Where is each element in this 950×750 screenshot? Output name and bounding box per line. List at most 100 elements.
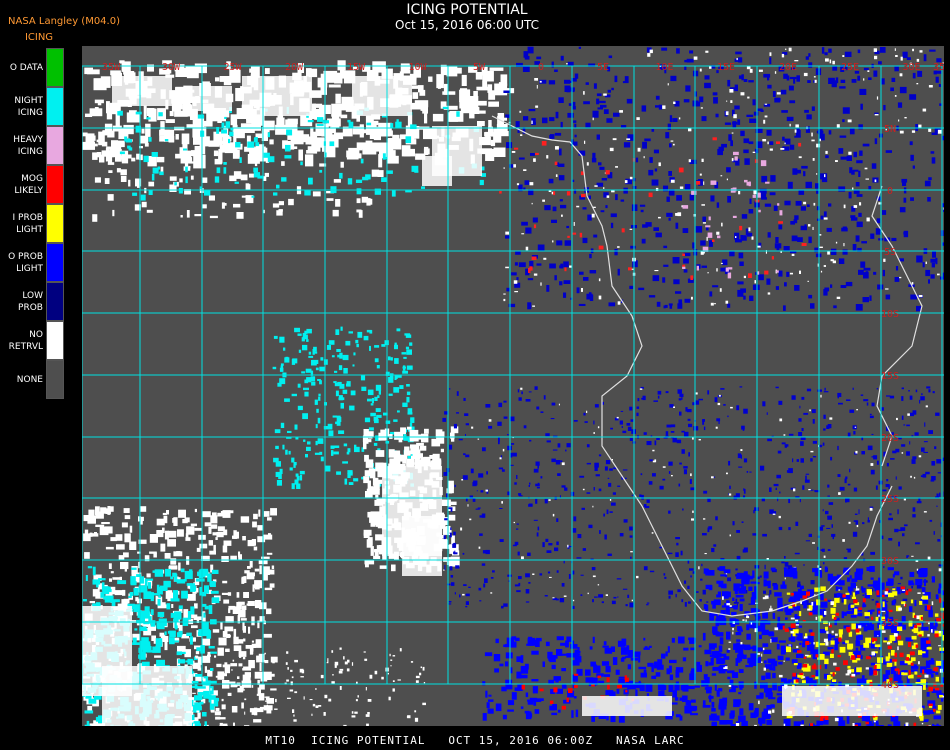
cloud-patch (783, 434, 786, 436)
cloud-patch (304, 379, 309, 384)
cloud-patch (871, 651, 875, 656)
cloud-patch (715, 631, 720, 637)
cloud-patch (930, 151, 935, 154)
cloud-patch (566, 191, 571, 196)
cloud-patch (781, 561, 785, 564)
cloud-patch (533, 224, 537, 229)
cloud-patch (299, 470, 305, 475)
cloud-patch (919, 399, 921, 404)
cloud-patch (270, 673, 275, 677)
cloud-patch (830, 607, 836, 614)
cloud-patch (535, 498, 538, 504)
cloud-patch (711, 721, 717, 726)
legend-item-swatch (46, 282, 64, 321)
cloud-patch (390, 665, 392, 667)
map-frame: 35W 30W 25W 20W 15W 10W 5W 0 5E 10E 15E 20E 25E 30E 35… (82, 46, 944, 726)
cloud-patch (763, 73, 771, 78)
cloud-patch (873, 271, 877, 275)
cloud-patch (465, 601, 469, 605)
cloud-patch (789, 144, 795, 150)
cloud-patch (930, 274, 935, 279)
cloud-patch (843, 204, 846, 209)
cloud-patch (886, 395, 891, 397)
cloud-patch (545, 433, 550, 437)
cloud-patch (738, 627, 743, 631)
cloud-patch (853, 431, 856, 435)
cloud-patch (552, 206, 557, 212)
cloud-patch (412, 448, 420, 459)
cloud-patch (224, 626, 234, 632)
cloud-patch (778, 640, 786, 643)
cloud-patch (741, 214, 748, 219)
cloud-patch (452, 550, 455, 552)
cloud-patch (720, 610, 726, 617)
cloud-patch (588, 292, 592, 296)
cloud-patch (799, 499, 801, 503)
cloud-patch (246, 668, 248, 671)
cloud-patch (453, 423, 457, 429)
cloud-patch (241, 576, 245, 581)
cloud-patch (107, 194, 114, 201)
cloud-patch (931, 673, 934, 678)
cloud-patch (758, 209, 761, 213)
cloud-patch (194, 214, 202, 217)
cloud-patch (830, 456, 833, 461)
cloud-patch (769, 148, 773, 151)
cloud-patch (176, 632, 182, 638)
cloud-patch (388, 356, 391, 361)
cloud-patch (910, 662, 914, 666)
cloud-patch (887, 724, 892, 726)
cloud-patch (546, 440, 551, 443)
cloud-patch (525, 227, 532, 234)
cloud-patch (942, 135, 944, 141)
cloud-patch (938, 583, 942, 589)
cloud-patch (832, 679, 837, 682)
cloud-patch (343, 724, 347, 726)
cloud-patch (851, 673, 856, 677)
cloud-patch (676, 48, 680, 54)
cloud-patch (178, 188, 183, 194)
cloud-patch (289, 689, 294, 692)
cloud-patch (651, 179, 659, 186)
legend-item: O DATA (0, 48, 66, 87)
cloud-patch (343, 368, 348, 374)
cloud-patch (856, 409, 858, 411)
cloud-patch (662, 105, 666, 109)
cloud-patch (525, 589, 530, 594)
cloud-patch (512, 452, 517, 457)
cloud-patch (178, 605, 183, 610)
cloud-patch (726, 100, 728, 102)
cloud-patch (549, 134, 552, 139)
cloud-patch (666, 212, 673, 217)
cloud-patch (823, 211, 827, 217)
cloud-patch (217, 671, 225, 680)
cloud-patch (346, 383, 350, 387)
cloud-patch (735, 723, 740, 726)
cloud-patch (889, 513, 892, 516)
cloud-patch (406, 426, 412, 430)
cloud-patch (923, 511, 927, 513)
cloud-patch (467, 504, 469, 507)
cloud-patch (251, 640, 254, 643)
cloud-patch (249, 663, 252, 666)
cloud-patch (812, 158, 815, 161)
cloud-patch (629, 406, 633, 411)
cloud-patch (555, 111, 559, 119)
cloud-patch (886, 662, 893, 667)
cloud-patch (101, 141, 108, 147)
cloud-patch (644, 138, 651, 142)
cloud-patch (732, 215, 737, 218)
cloud-patch (186, 210, 190, 218)
cloud-patch (251, 710, 255, 715)
cloud-patch (912, 456, 917, 460)
cloud-patch (935, 412, 940, 416)
cloud-patch (625, 604, 628, 607)
cloud-patch (925, 261, 927, 264)
cloud-patch (905, 657, 910, 661)
cloud-patch (837, 474, 841, 477)
cloud-patch (831, 524, 833, 528)
cloud-patch (785, 657, 790, 661)
cloud-patch (887, 642, 891, 645)
cloud-patch (822, 509, 824, 512)
cloud-patch (475, 72, 483, 80)
